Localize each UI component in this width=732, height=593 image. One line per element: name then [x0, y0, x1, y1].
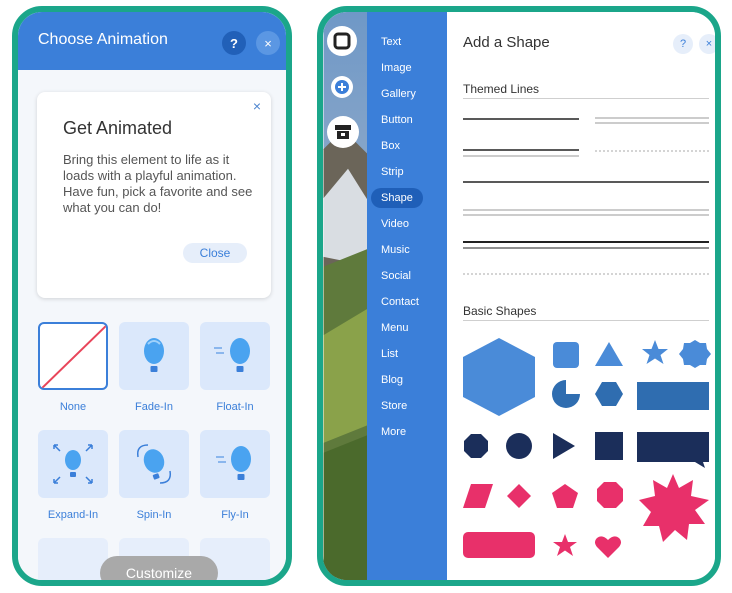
expand-balloon-icon	[53, 444, 93, 484]
mountain-background-image	[323, 12, 373, 580]
menu-item-list[interactable]: List	[371, 344, 408, 364]
help-button[interactable]: ?	[222, 31, 246, 55]
small-hexagon-shape[interactable]	[595, 382, 623, 406]
animation-float-in-label: Float-In	[216, 401, 254, 413]
speech-bubble-shape[interactable]	[637, 432, 709, 468]
menu-item-button[interactable]: Button	[371, 110, 423, 130]
fly-balloon-icon	[216, 446, 251, 480]
circle-shape[interactable]	[506, 433, 532, 459]
menu-item-store[interactable]: Store	[371, 396, 417, 416]
store-icon[interactable]	[327, 116, 359, 148]
pie-shape[interactable]	[552, 380, 580, 408]
menu-item-shape[interactable]: Shape	[371, 188, 423, 208]
animation-panel-title: Choose Animation	[38, 31, 168, 48]
animation-spin-in-label: Spin-In	[136, 509, 172, 521]
menu-item-text[interactable]: Text	[371, 32, 411, 52]
animation-expand-in-label: Expand-In	[47, 509, 99, 521]
tip-close-button[interactable]: Close	[183, 243, 247, 263]
editor-panel: Text Image Gallery Button Box Strip Shap…	[317, 6, 721, 586]
get-animated-tip: × Get Animated Bring this element to lif…	[37, 92, 271, 298]
themed-line-2[interactable]	[595, 117, 709, 124]
menu-item-more[interactable]: More	[371, 422, 416, 442]
rounded-square-shape[interactable]	[553, 342, 579, 368]
animation-expand-in-tile[interactable]	[38, 430, 108, 498]
wide-rectangle-shape[interactable]	[637, 382, 709, 410]
animation-float-in-tile[interactable]	[200, 322, 270, 390]
tip-close-icon[interactable]: ×	[253, 98, 261, 114]
menu-item-contact[interactable]: Contact	[371, 292, 429, 312]
close-button[interactable]: ×	[256, 31, 280, 55]
animation-fade-in-label: Fade-In	[135, 401, 173, 413]
balloon-icon	[144, 338, 164, 372]
tip-text: Bring this element to life as it loads w…	[63, 152, 253, 215]
hexagon-large-shape[interactable]	[463, 338, 535, 416]
pentagon-shape[interactable]	[552, 484, 578, 508]
themed-line-6[interactable]	[463, 209, 709, 216]
animation-panel-header: Choose Animation ? ×	[18, 12, 286, 70]
burst-shape[interactable]	[639, 474, 709, 542]
customize-button[interactable]: Customize	[100, 556, 218, 580]
menu-item-box[interactable]: Box	[371, 136, 410, 156]
octagon-shape[interactable]	[464, 434, 488, 458]
menu-item-strip[interactable]: Strip	[371, 162, 414, 182]
menu-item-video[interactable]: Video	[371, 214, 419, 234]
menu-item-menu[interactable]: Menu	[371, 318, 419, 338]
animation-fly-in-label: Fly-In	[221, 509, 249, 521]
add-shape-panel: Add a Shape ? × Themed Lines Basic Shape…	[447, 12, 715, 580]
animation-spin-in-tile[interactable]	[119, 430, 189, 498]
star-shape[interactable]	[642, 340, 668, 364]
spin-balloon-icon	[136, 444, 172, 484]
themed-line-7[interactable]	[463, 241, 709, 249]
badge-shape[interactable]	[679, 340, 711, 368]
animation-fly-in-tile[interactable]	[200, 430, 270, 498]
shapes-canvas	[463, 117, 711, 558]
basic-shapes-title: Basic Shapes	[463, 304, 537, 318]
menu-item-music[interactable]: Music	[371, 240, 420, 260]
menu-item-image[interactable]: Image	[371, 58, 422, 78]
float-balloon-icon	[214, 338, 250, 372]
menu-item-gallery[interactable]: Gallery	[371, 84, 426, 104]
basic-shapes-divider	[463, 320, 709, 321]
triangle-shape[interactable]	[595, 342, 623, 366]
menu-item-blog[interactable]: Blog	[371, 370, 413, 390]
play-triangle-shape[interactable]	[553, 433, 575, 459]
diamond-shape[interactable]	[507, 484, 531, 508]
add-icon[interactable]	[331, 76, 353, 98]
themed-line-3[interactable]	[463, 149, 579, 157]
animation-panel: Choose Animation ? × × Get Animated Brin…	[12, 6, 292, 586]
add-menu: Text Image Gallery Button Box Strip Shap…	[367, 12, 447, 580]
tip-title: Get Animated	[63, 118, 173, 138]
heart-shape[interactable]	[595, 536, 621, 558]
small-star-shape[interactable]	[553, 534, 577, 556]
animation-panel-body: × Get Animated Bring this element to lif…	[18, 70, 286, 580]
animation-fade-in-tile[interactable]	[119, 322, 189, 390]
none-slash-icon	[40, 324, 106, 388]
menu-item-social[interactable]: Social	[371, 266, 421, 286]
animation-none-label: None	[59, 401, 87, 413]
pill-shape[interactable]	[463, 532, 535, 558]
square-shape[interactable]	[595, 432, 623, 460]
animation-none-tile[interactable]	[38, 322, 108, 390]
pages-icon[interactable]	[327, 26, 357, 56]
parallelogram-shape[interactable]	[463, 484, 493, 508]
rounded-octagon-shape[interactable]	[597, 482, 623, 508]
animation-tile-partial[interactable]	[38, 538, 108, 580]
